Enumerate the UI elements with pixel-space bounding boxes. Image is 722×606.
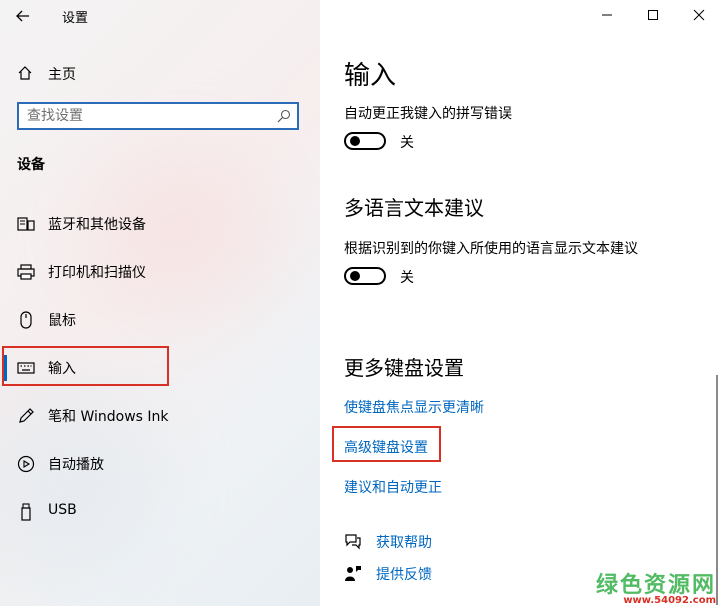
autoplay-icon	[17, 455, 35, 473]
printer-icon	[17, 264, 35, 280]
toggle-knob	[350, 136, 360, 146]
autocorrect-toggle[interactable]	[344, 132, 386, 150]
sidebar-item-label: USB	[48, 502, 77, 518]
back-arrow-icon	[16, 10, 29, 22]
feedback-icon	[345, 566, 361, 581]
back-button[interactable]	[10, 4, 36, 28]
watermark: 绿色资源网 www.54092.com	[596, 567, 716, 606]
suggestions-state: 关	[400, 270, 414, 286]
link-suggestions-autocorrect[interactable]: 建议和自动更正	[344, 477, 442, 497]
suggestions-label: 根据识别到的你键入所使用的语言显示文本建议	[344, 241, 638, 257]
highlight-box-typing	[2, 346, 169, 386]
link-keyboard-focus[interactable]: 使键盘焦点显示更清晰	[344, 397, 484, 417]
search-icon	[277, 109, 291, 123]
sidebar-item-label: 蓝牙和其他设备	[48, 217, 146, 233]
sidebar-item-pen[interactable]: 笔和 Windows Ink	[0, 395, 320, 435]
sidebar-item-usb[interactable]: USB	[0, 491, 320, 531]
close-icon	[693, 9, 705, 21]
search-input[interactable]	[19, 104, 267, 128]
sidebar-item-label: 鼠标	[48, 313, 76, 329]
sidebar-item-autoplay[interactable]: 自动播放	[0, 443, 320, 483]
suggestions-toggle[interactable]	[344, 267, 386, 285]
page-title: 输入	[344, 61, 397, 91]
maximize-button[interactable]	[644, 6, 662, 24]
sidebar-item-home[interactable]: 主页	[0, 58, 320, 88]
window-title: 设置	[62, 11, 89, 26]
suggestions-title: 多语言文本建议	[344, 196, 484, 220]
sidebar-item-printers[interactable]: 打印机和扫描仪	[0, 251, 320, 291]
more-keyboard-title: 更多键盘设置	[344, 356, 464, 380]
scrollbar-thumb[interactable]	[716, 375, 718, 605]
sidebar-item-label: 自动播放	[48, 457, 104, 473]
highlight-box-advanced	[332, 426, 441, 462]
minimize-icon	[602, 14, 612, 16]
main-content: 输入 自动更正我键入的拼写错误 关 多语言文本建议 根据识别到的你键入所使用的语…	[320, 0, 722, 606]
close-button[interactable]	[690, 6, 708, 24]
toggle-knob	[350, 271, 360, 281]
usb-icon	[21, 503, 31, 521]
pen-icon	[19, 408, 34, 423]
sidebar: 设置 主页 设备 蓝牙和其他设备 打印机和扫描仪	[0, 0, 320, 606]
search-box[interactable]	[17, 102, 299, 130]
autocorrect-state: 关	[400, 135, 414, 151]
sidebar-item-label: 笔和 Windows Ink	[48, 409, 169, 425]
mouse-icon	[20, 311, 32, 329]
sidebar-item-home-label: 主页	[48, 67, 76, 83]
get-help-link[interactable]: 获取帮助	[376, 532, 432, 552]
autocorrect-label: 自动更正我键入的拼写错误	[344, 106, 512, 122]
sidebar-item-mouse[interactable]: 鼠标	[0, 299, 320, 339]
maximize-icon	[648, 10, 658, 20]
feedback-link[interactable]: 提供反馈	[376, 564, 432, 584]
home-icon	[18, 66, 32, 80]
sidebar-item-bluetooth[interactable]: 蓝牙和其他设备	[0, 203, 320, 243]
title-bar: 设置	[0, 0, 320, 32]
minimize-button[interactable]	[598, 6, 616, 24]
sidebar-item-label: 打印机和扫描仪	[48, 265, 146, 281]
section-title: 设备	[17, 157, 45, 173]
help-chat-icon	[345, 534, 361, 550]
bluetooth-devices-icon	[17, 217, 35, 231]
watermark-main: 绿色资源网	[595, 573, 716, 598]
